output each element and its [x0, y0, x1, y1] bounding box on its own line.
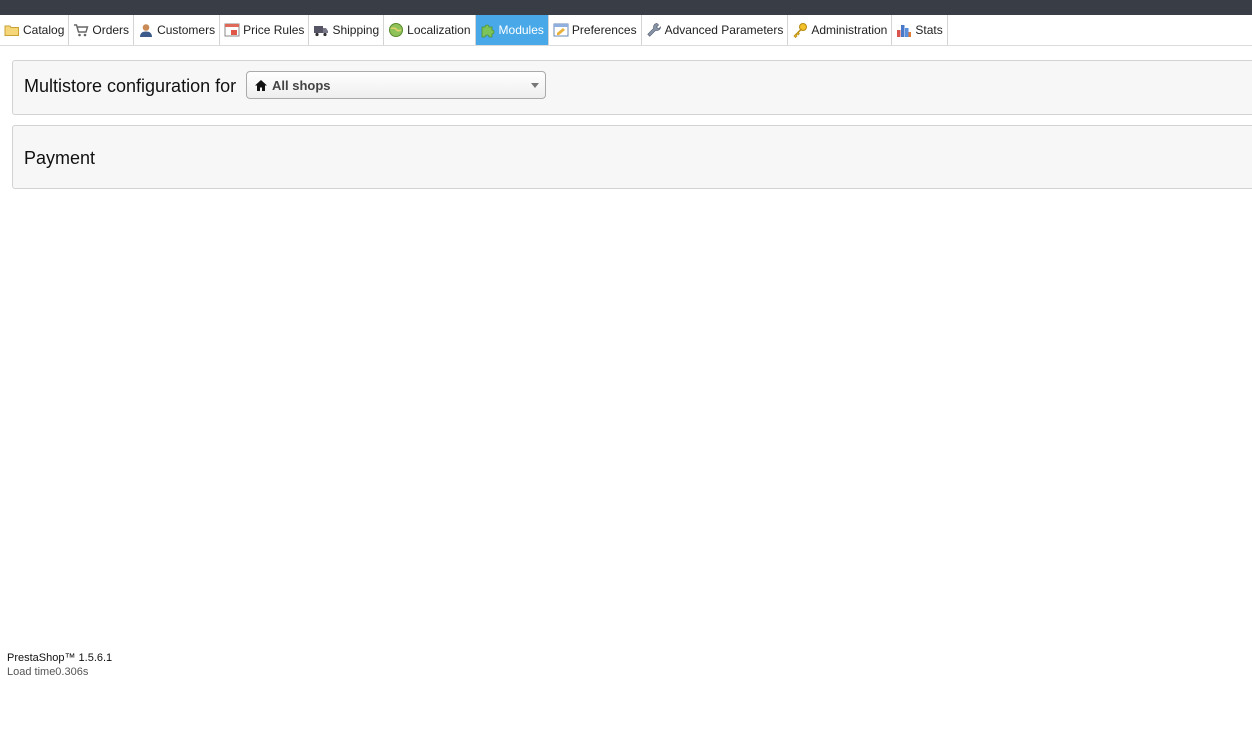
- bar-chart-icon: [896, 22, 912, 38]
- folder-icon: [4, 22, 20, 38]
- multistore-label: Multistore configuration for: [24, 76, 237, 96]
- preferences-icon: [553, 22, 569, 38]
- footer: PrestaShop™ 1.5.6.1 Load time0.306s: [7, 651, 112, 679]
- globe-icon: [388, 22, 404, 38]
- tab-modules[interactable]: Modules: [475, 15, 549, 45]
- cart-icon: [73, 22, 89, 38]
- tab-label: Catalog: [23, 23, 65, 37]
- user-icon: [138, 22, 154, 38]
- tab-label: Administration: [811, 23, 888, 37]
- tab-administration[interactable]: Administration: [788, 15, 893, 45]
- tab-label: Modules: [498, 23, 544, 37]
- tab-label: Orders: [92, 23, 130, 37]
- puzzle-icon: [480, 22, 496, 38]
- tab-label: Shipping: [332, 23, 380, 37]
- key-icon: [792, 22, 808, 38]
- wrench-icon: [646, 22, 662, 38]
- tab-preferences[interactable]: Preferences: [549, 15, 642, 45]
- tab-price-rules[interactable]: Price Rules: [220, 15, 310, 45]
- tab-label: Stats: [915, 23, 943, 37]
- tab-customers[interactable]: Customers: [134, 15, 221, 45]
- tab-shipping[interactable]: Shipping: [309, 15, 385, 45]
- shop-selector-dropdown[interactable]: All shops: [246, 71, 546, 99]
- tab-catalog[interactable]: Catalog: [0, 15, 70, 45]
- top-header-bar: [0, 0, 1252, 15]
- multistore-panel: Multistore configuration for All shops: [12, 60, 1252, 115]
- tab-label: Preferences: [571, 23, 637, 37]
- chevron-down-icon: [531, 83, 539, 88]
- payment-panel: Payment: [12, 125, 1252, 189]
- tab-advanced-parameters[interactable]: Advanced Parameters: [642, 15, 789, 45]
- price-tag-icon: [224, 22, 240, 38]
- shop-selector-value: All shops: [272, 77, 331, 93]
- tab-label: Advanced Parameters: [664, 23, 784, 37]
- tab-orders[interactable]: Orders: [69, 15, 135, 45]
- tab-label: Price Rules: [243, 23, 305, 37]
- tab-label: Localization: [407, 23, 471, 37]
- home-icon: [254, 79, 268, 92]
- tab-localization[interactable]: Localization: [384, 15, 476, 45]
- page-title: Payment: [24, 148, 96, 168]
- version-text: PrestaShop™ 1.5.6.1: [7, 652, 113, 664]
- truck-icon: [313, 22, 329, 38]
- load-time-text: Load time0.306s: [7, 666, 89, 678]
- tab-label: Customers: [157, 23, 216, 37]
- main-navigation-tabs: Catalog Orders Customers Price Rules Shi…: [0, 15, 1252, 46]
- tab-stats[interactable]: Stats: [892, 15, 948, 45]
